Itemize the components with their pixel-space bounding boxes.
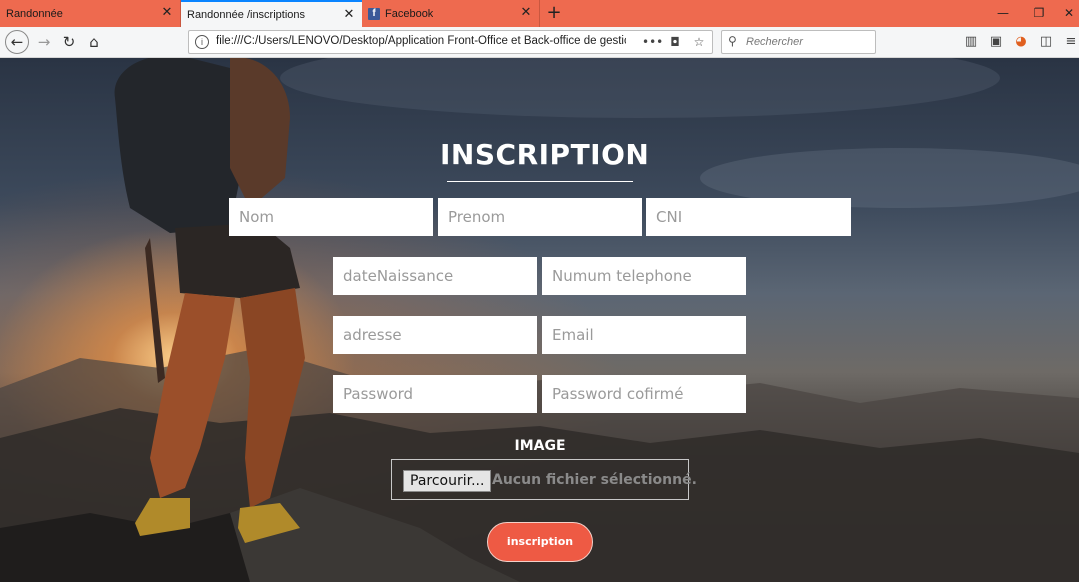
new-tab-button[interactable]: + xyxy=(544,3,564,23)
close-window-button[interactable]: ✕ xyxy=(1051,0,1079,27)
library-icon[interactable]: ▥ xyxy=(960,31,982,53)
close-tab-icon[interactable]: ✕ xyxy=(519,6,533,20)
cni-input[interactable] xyxy=(646,198,851,236)
password-input[interactable] xyxy=(333,375,537,413)
tab-randonnee[interactable]: Randonnée ✕ xyxy=(0,0,181,27)
search-icon: ⚲ xyxy=(728,34,737,48)
minimize-button[interactable]: — xyxy=(985,0,1021,27)
tab-label: Facebook xyxy=(385,7,434,20)
page-background: INSCRIPTION IMAGE Parcourir... Aucun fic… xyxy=(0,58,1079,582)
sidebar-icon[interactable]: ◫ xyxy=(1035,31,1057,53)
search-bar[interactable]: ⚲ xyxy=(721,30,876,54)
menu-hamburger-icon[interactable]: ≡ xyxy=(1060,31,1079,53)
info-icon[interactable]: i xyxy=(195,35,209,49)
browse-button[interactable]: Parcourir... xyxy=(403,470,492,492)
tab-label: Randonnée xyxy=(6,7,63,20)
extension-icon[interactable]: ◕ xyxy=(1010,31,1032,53)
forward-arrow-icon[interactable]: → xyxy=(33,31,55,53)
pocket-icon[interactable]: ◘ xyxy=(666,33,684,51)
prenom-input[interactable] xyxy=(438,198,642,236)
back-arrow-icon[interactable]: ← xyxy=(5,30,29,54)
url-text[interactable]: file:///C:/Users/LENOVO/Desktop/Applicat… xyxy=(216,35,626,47)
email-input[interactable] xyxy=(542,316,746,354)
nom-input[interactable] xyxy=(229,198,433,236)
home-icon[interactable]: ⌂ xyxy=(83,31,105,53)
tab-label: Randonnée /inscriptions xyxy=(187,8,306,21)
close-tab-icon[interactable]: ✕ xyxy=(160,6,174,20)
reload-icon[interactable]: ↻ xyxy=(58,31,80,53)
search-input[interactable] xyxy=(746,34,871,50)
title-underline xyxy=(447,181,633,182)
close-tab-icon[interactable]: ✕ xyxy=(342,8,356,22)
page-title: INSCRIPTION xyxy=(440,138,650,171)
file-upload-field[interactable]: Parcourir... Aucun fichier sélectionné. xyxy=(391,459,697,500)
image-label: IMAGE xyxy=(514,438,566,454)
file-status-text: Aucun fichier sélectionné. xyxy=(492,472,697,488)
url-bar[interactable]: i file:///C:/Users/LENOVO/Desktop/Applic… xyxy=(188,30,713,54)
tab-inscriptions[interactable]: Randonnée /inscriptions ✕ xyxy=(181,0,362,27)
adresse-input[interactable] xyxy=(333,316,537,354)
facebook-icon: f xyxy=(368,7,380,20)
page-actions-icon[interactable]: ••• xyxy=(642,33,663,51)
date-naissance-input[interactable] xyxy=(333,257,537,295)
password-confirm-input[interactable] xyxy=(542,375,746,413)
inscription-button[interactable]: inscription xyxy=(487,522,593,562)
tab-facebook[interactable]: f Facebook ✕ xyxy=(362,0,540,27)
nav-bar: ← → ↻ ⌂ i file:///C:/Users/LENOVO/Deskto… xyxy=(0,27,1079,58)
tab-bar: Randonnée ✕ Randonnée /inscriptions ✕ f … xyxy=(0,0,1079,27)
bookmark-star-icon[interactable]: ☆ xyxy=(690,33,708,51)
screenshot-icon[interactable]: ▣ xyxy=(985,31,1007,53)
telephone-input[interactable] xyxy=(542,257,746,295)
